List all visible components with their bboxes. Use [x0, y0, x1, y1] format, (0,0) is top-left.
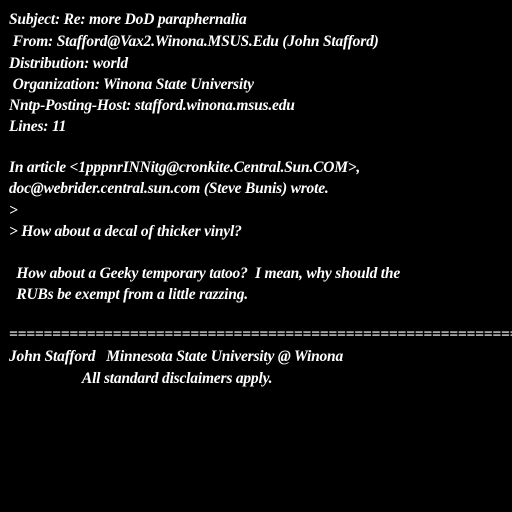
attribution-line-2: doc@webrider.central.sun.com (Steve Buni…: [9, 180, 329, 197]
organization-line: Organization: Winona State University: [9, 76, 254, 93]
distribution-line: Distribution: world: [9, 55, 128, 72]
quote-marker-line: >: [9, 202, 18, 219]
nntp-host-line: Nntp-Posting-Host: stafford.winona.msus.…: [9, 97, 295, 114]
signature-line-1: John Stafford Minnesota State University…: [9, 348, 344, 365]
attribution-line-1: In article <1pppnrINNitg@cronkite.Centra…: [9, 159, 361, 176]
subject-line: Subject: Re: more DoD paraphernalia: [9, 11, 247, 28]
from-line: From: Stafford@Vax2.Winona.MSUS.Edu (Joh…: [9, 33, 379, 50]
reply-line-1: How about a Geeky temporary tatoo? I mea…: [9, 265, 401, 282]
quoted-text-line: > How about a decal of thicker vinyl?: [9, 223, 242, 240]
lines-count-line: Lines: 11: [9, 118, 67, 135]
reply-line-2: RUBs be exempt from a little razzing.: [9, 286, 248, 303]
signature-separator: ========================================…: [9, 326, 512, 343]
message-page: Subject: Re: more DoD paraphernalia From…: [0, 0, 512, 512]
signature-line-2: All standard disclaimers apply.: [9, 370, 273, 387]
